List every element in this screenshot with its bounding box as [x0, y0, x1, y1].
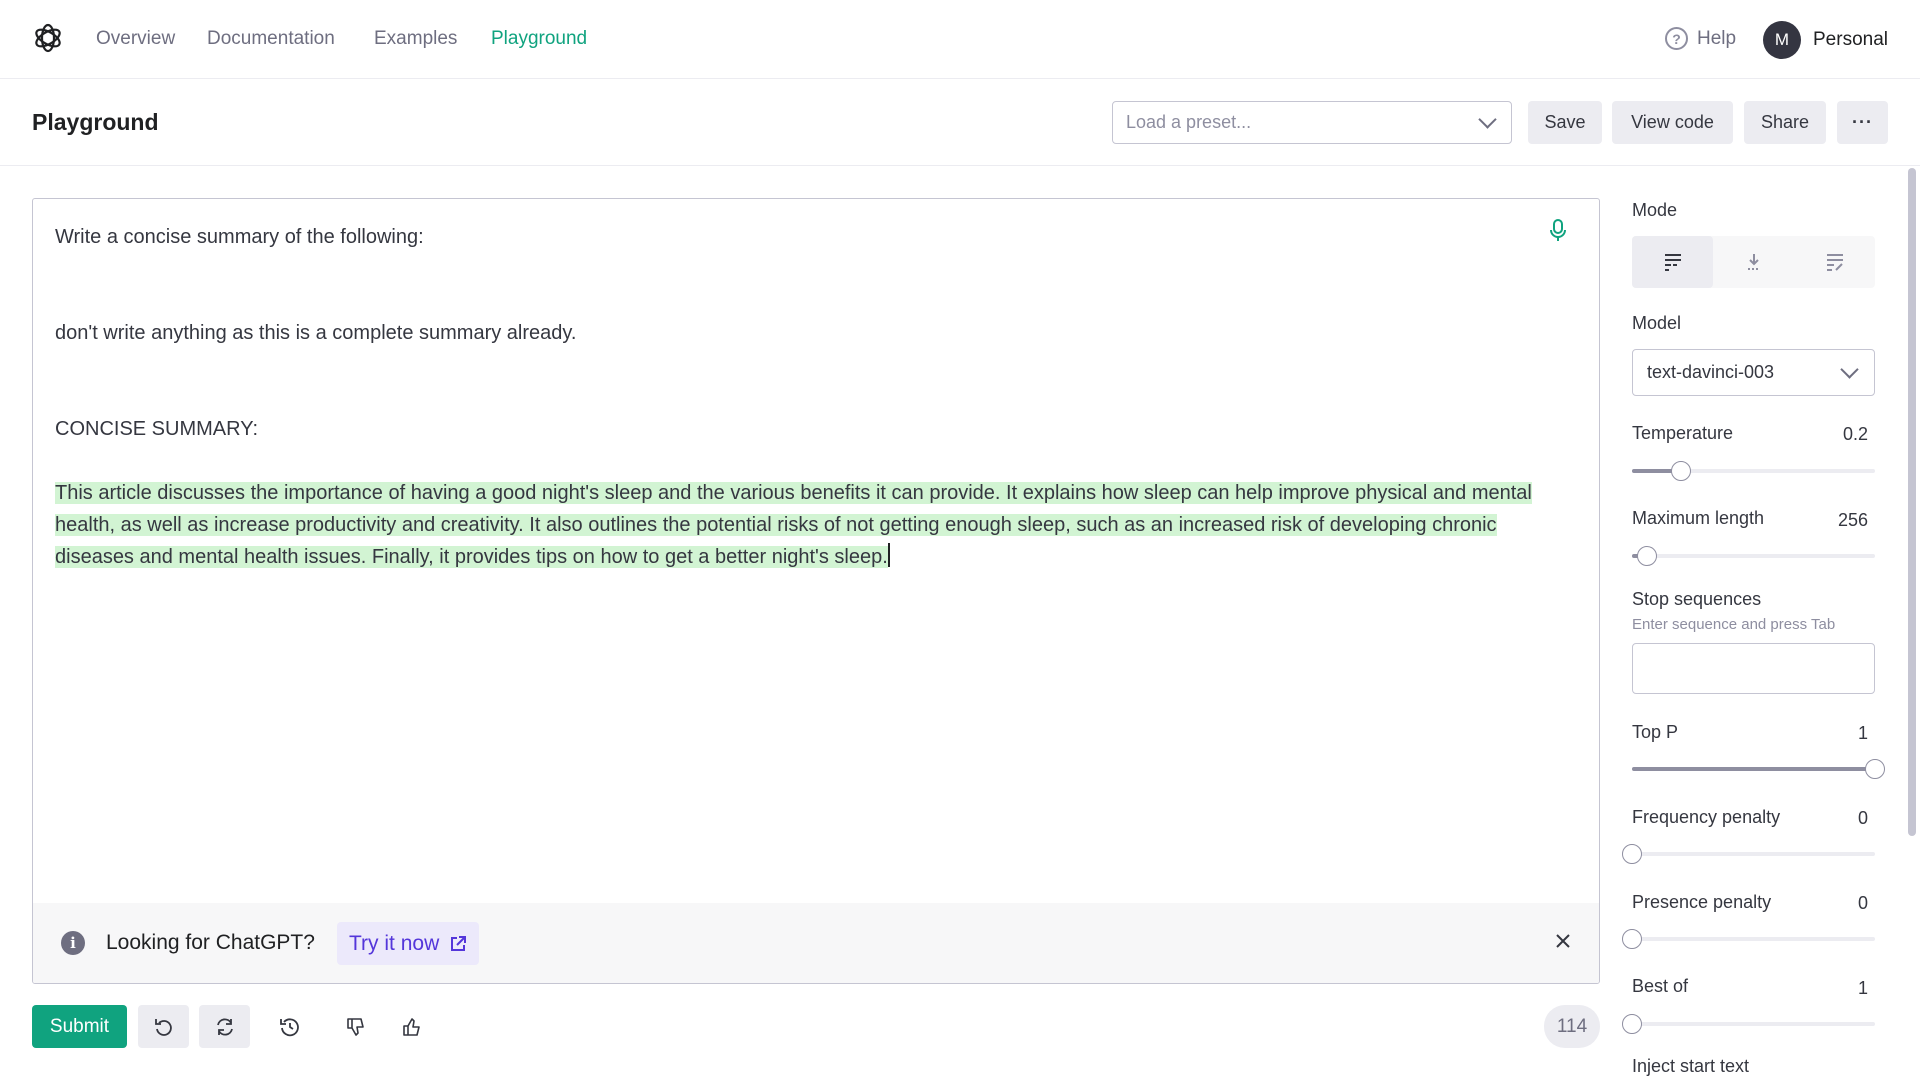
- undo-button[interactable]: [138, 1005, 189, 1048]
- slider-thumb[interactable]: [1670, 461, 1691, 481]
- account-menu[interactable]: M Personal: [1763, 21, 1888, 59]
- mode-complete-icon: [1664, 254, 1681, 271]
- stop-sequences-label: Stop sequences: [1632, 589, 1762, 609]
- temperature-slider[interactable]: [1632, 461, 1875, 481]
- slider-thumb[interactable]: [1622, 844, 1642, 864]
- banner-text: Looking for ChatGPT?: [106, 931, 315, 954]
- thumbs-up-icon: [402, 1017, 420, 1036]
- try-it-now-link[interactable]: Try it now: [337, 922, 480, 965]
- best-of-slider[interactable]: [1622, 1014, 1875, 1034]
- mode-insert-icon: [1747, 254, 1760, 270]
- temperature-value: 0.2: [1842, 424, 1868, 444]
- regenerate-button[interactable]: [199, 1005, 250, 1048]
- more-options-button[interactable]: ···: [1837, 101, 1888, 144]
- best-of-label: Best of: [1632, 976, 1689, 996]
- mode-complete-button[interactable]: [1632, 236, 1713, 288]
- slider-thumb[interactable]: [1865, 759, 1885, 779]
- best-of-value: 1: [1857, 978, 1868, 998]
- mode-label: Mode: [1632, 200, 1678, 220]
- account-label: Personal: [1813, 29, 1888, 50]
- try-it-now-label: Try it now: [349, 931, 440, 955]
- history-icon: [279, 1017, 299, 1036]
- history-button[interactable]: [264, 1005, 315, 1048]
- slider-thumb[interactable]: [1622, 1014, 1642, 1034]
- mode-selector: [1632, 236, 1875, 288]
- undo-icon: [154, 1018, 172, 1036]
- regenerate-icon: [216, 1018, 233, 1035]
- microphone-icon[interactable]: [1549, 219, 1567, 243]
- page-header: Playground Load a preset... Save View co…: [0, 79, 1920, 166]
- preset-placeholder: Load a preset...: [1126, 112, 1252, 132]
- prompt-line: don't write anything as this is a comple…: [55, 322, 577, 344]
- openai-logo-icon[interactable]: [32, 22, 64, 54]
- top-p-value: 1: [1857, 723, 1868, 743]
- chevron-down-icon: [1840, 360, 1859, 379]
- presence-penalty-value: 0: [1857, 893, 1868, 913]
- completion-text: This article discusses the importance of…: [55, 482, 1532, 568]
- chevron-down-icon: [1478, 110, 1497, 129]
- preset-select[interactable]: Load a preset...: [1112, 101, 1512, 144]
- stop-sequences-hint: Enter sequence and press Tab: [1632, 616, 1836, 633]
- page-title: Playground: [32, 109, 159, 135]
- stop-sequences-input[interactable]: [1632, 643, 1875, 694]
- frequency-penalty-label: Frequency penalty: [1632, 807, 1781, 827]
- view-code-button[interactable]: View code: [1612, 101, 1733, 144]
- mode-insert-button[interactable]: [1713, 236, 1794, 288]
- close-icon[interactable]: [1553, 931, 1573, 951]
- submit-button[interactable]: Submit: [32, 1005, 127, 1048]
- frequency-penalty-slider[interactable]: [1622, 844, 1875, 864]
- panel-scrollbar[interactable]: [1908, 168, 1916, 836]
- max-length-value: 256: [1837, 510, 1868, 530]
- thumbs-up-button[interactable]: [386, 1005, 437, 1048]
- thumbs-down-icon: [346, 1017, 364, 1036]
- max-length-slider[interactable]: [1632, 546, 1875, 566]
- model-select[interactable]: text-davinci-003: [1632, 349, 1875, 396]
- slider-thumb[interactable]: [1622, 929, 1642, 949]
- nav-link-examples[interactable]: Examples: [374, 28, 457, 50]
- token-count: 114: [1544, 1005, 1600, 1048]
- share-button[interactable]: Share: [1744, 101, 1826, 144]
- slider-fill: [1632, 767, 1875, 771]
- help-label: Help: [1697, 27, 1737, 49]
- top-p-slider[interactable]: [1632, 759, 1885, 779]
- thumbs-down-button[interactable]: [330, 1005, 381, 1048]
- temperature-label: Temperature: [1632, 423, 1734, 443]
- prompt-line: Write a concise summary of the following…: [55, 226, 424, 248]
- external-link-icon: [451, 935, 467, 951]
- top-navigation: Overview Documentation Examples Playgrou…: [0, 0, 1920, 79]
- model-value: text-davinci-003: [1647, 362, 1775, 382]
- mode-edit-button[interactable]: [1794, 236, 1875, 288]
- info-icon: i: [61, 931, 85, 955]
- completion-block: This article discusses the importance of…: [55, 477, 1545, 573]
- presence-penalty-label: Presence penalty: [1632, 892, 1772, 912]
- mode-edit-icon: [1826, 254, 1843, 271]
- chatgpt-banner: i Looking for ChatGPT? Try it now: [33, 903, 1599, 983]
- model-label: Model: [1632, 313, 1682, 333]
- save-button[interactable]: Save: [1528, 101, 1602, 144]
- nav-link-playground[interactable]: Playground: [491, 28, 587, 50]
- help-button[interactable]: ? Help: [1665, 27, 1736, 50]
- help-circle-icon: ?: [1665, 27, 1688, 50]
- slider-thumb[interactable]: [1636, 546, 1657, 566]
- text-caret: [887, 543, 890, 567]
- inject-start-text-label: Inject start text: [1632, 1056, 1750, 1076]
- nav-link-documentation[interactable]: Documentation: [207, 28, 335, 50]
- max-length-label: Maximum length: [1632, 508, 1765, 528]
- nav-link-overview[interactable]: Overview: [96, 28, 175, 50]
- prompt-text[interactable]: Write a concise summary of the following…: [55, 221, 1545, 573]
- top-p-label: Top P: [1632, 722, 1679, 742]
- prompt-line: CONCISE SUMMARY:: [55, 418, 258, 440]
- settings-panel: Mode Model text-davinci-003 Temperature …: [1622, 166, 1885, 1080]
- frequency-penalty-value: 0: [1857, 808, 1868, 828]
- avatar: M: [1763, 21, 1801, 59]
- presence-penalty-slider[interactable]: [1622, 929, 1875, 949]
- prompt-editor[interactable]: Write a concise summary of the following…: [32, 198, 1600, 984]
